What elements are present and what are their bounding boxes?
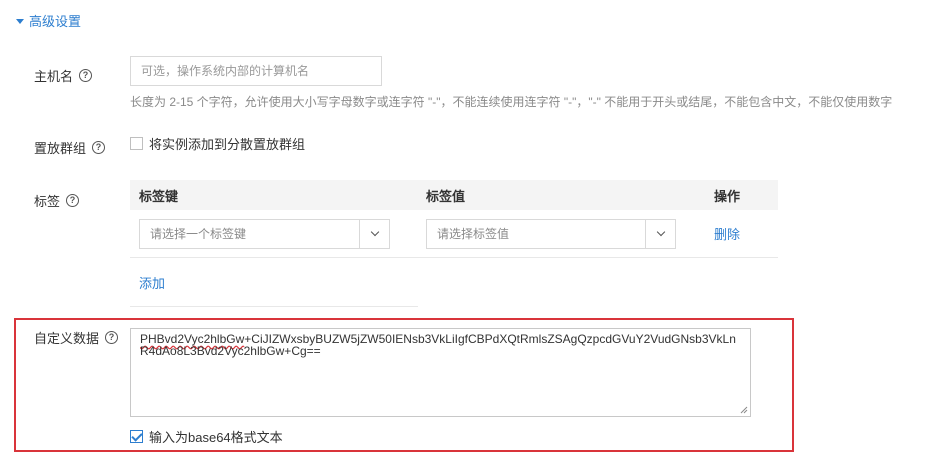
user-data-textarea[interactable]: PHBvd2Vyc2hlbGw+CiJIZWxsbyBUZW5jZW50IENs…: [130, 328, 751, 417]
tags-add-area: 添加: [130, 258, 418, 307]
placement-checkbox-row[interactable]: 将实例添加到分散置放群组: [130, 134, 305, 153]
hostname-label: 主机名: [34, 69, 74, 84]
placement-checkbox[interactable]: [130, 137, 143, 150]
placement-row-label: 置放群组 ?: [34, 138, 106, 157]
resize-handle-icon[interactable]: [740, 406, 748, 414]
tags-table: 标签键 标签值 操作 请选择一个标签键 请选择标签值 删除: [130, 180, 778, 258]
help-circle-icon[interactable]: ?: [79, 69, 93, 82]
column-header-key: 标签键: [139, 188, 179, 204]
user-data-row-label: 自定义数据 ?: [34, 328, 119, 347]
user-data-label: 自定义数据: [34, 331, 100, 346]
add-tag-link[interactable]: 添加: [139, 273, 165, 292]
triangle-down-icon: [16, 18, 24, 24]
base64-checkbox[interactable]: [130, 430, 143, 443]
hostname-hint: 长度为 2-15 个字符，允许使用大小写字母数字或连字符 "-"，不能连续使用连…: [130, 95, 893, 109]
tags-label: 标签: [34, 194, 61, 209]
table-row: 请选择一个标签键 请选择标签值 删除: [130, 210, 778, 258]
tags-row-label: 标签 ?: [34, 191, 80, 210]
column-header-value: 标签值: [426, 188, 466, 204]
tag-key-select[interactable]: 请选择一个标签键: [139, 218, 390, 249]
delete-tag-link[interactable]: 删除: [714, 227, 740, 242]
tags-table-header: 标签键 标签值 操作: [130, 180, 778, 210]
tag-value-placeholder: 请选择标签值: [437, 227, 510, 241]
placement-checkbox-label: 将实例添加到分散置放群组: [149, 137, 306, 152]
help-circle-icon[interactable]: ?: [66, 194, 80, 207]
hostname-input[interactable]: [130, 56, 382, 86]
hostname-row-label: 主机名 ?: [34, 66, 93, 85]
help-circle-icon[interactable]: ?: [105, 331, 119, 344]
chevron-down-icon[interactable]: [645, 219, 675, 248]
advanced-settings-toggle[interactable]: 高级设置: [16, 11, 81, 30]
base64-checkbox-row[interactable]: 输入为base64格式文本: [130, 427, 283, 446]
column-header-action: 操作: [714, 188, 741, 204]
chevron-down-icon[interactable]: [359, 219, 389, 248]
placement-label: 置放群组: [34, 141, 87, 156]
tag-key-placeholder: 请选择一个标签键: [150, 227, 247, 241]
advanced-settings-title: 高级设置: [29, 14, 82, 29]
tag-value-select[interactable]: 请选择标签值: [426, 218, 676, 249]
help-circle-icon[interactable]: ?: [92, 141, 106, 154]
base64-checkbox-label: 输入为base64格式文本: [149, 430, 283, 445]
